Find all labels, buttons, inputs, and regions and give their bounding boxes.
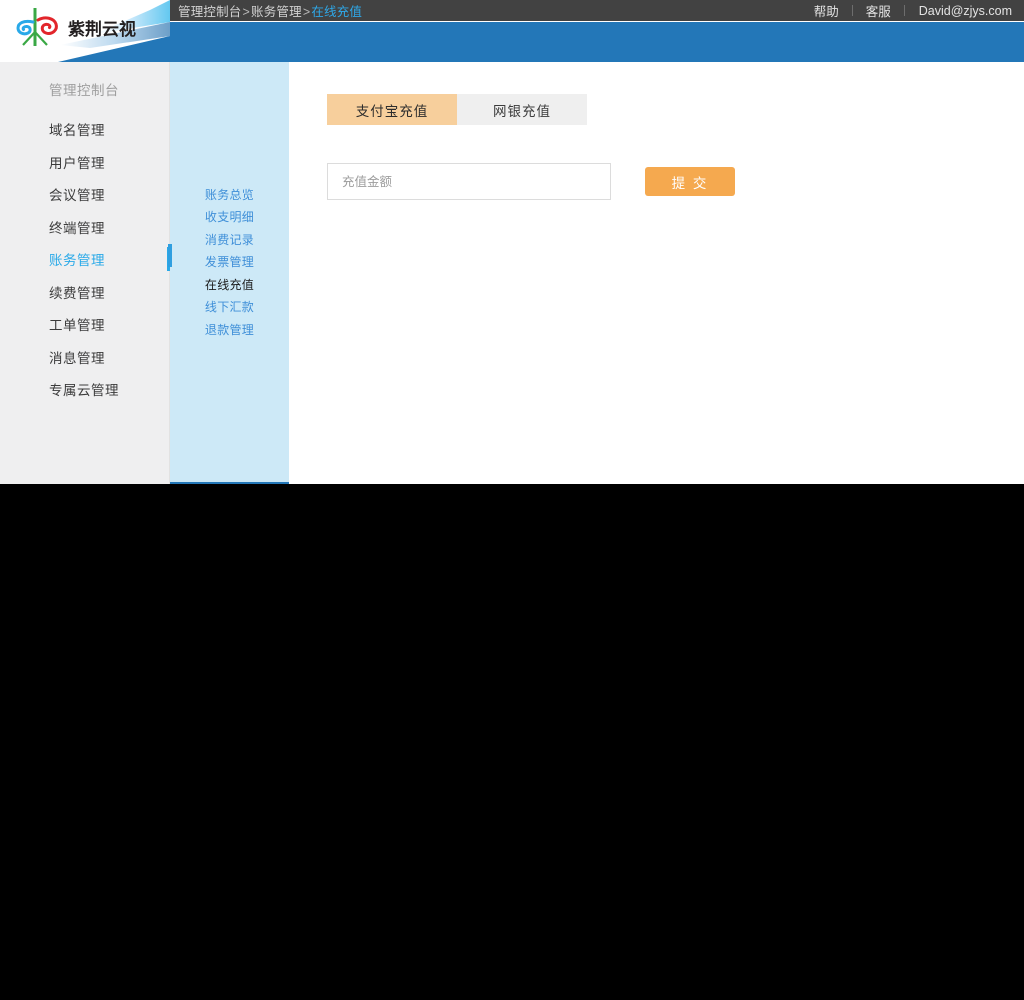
sidebar-item-label: 消息管理: [49, 350, 105, 366]
sidebar-item-user[interactable]: 用户管理: [0, 146, 169, 179]
breadcrumb-item-console[interactable]: 管理控制台: [178, 5, 242, 19]
header-banner: [170, 22, 1024, 62]
subnav-item-label: 线下汇款: [204, 300, 255, 315]
admin-console-page: 管理控制台>账务管理>在线充值 帮助 客服 David@zjys.com 紫荆云…: [0, 0, 1024, 484]
breadcrumb-separator: >: [302, 5, 311, 19]
subnav-item-refund[interactable]: 退款管理: [170, 318, 289, 341]
subnav-item-online-recharge[interactable]: 在线充值: [170, 273, 289, 296]
sidebar-item-label: 终端管理: [49, 220, 105, 236]
recharge-form: 提 交: [327, 163, 735, 200]
sidebar-item-label: 域名管理: [49, 123, 105, 139]
top-bar-actions: 帮助 客服 David@zjys.com: [801, 1, 1024, 20]
sidebar-item-billing[interactable]: 账务管理: [0, 243, 170, 276]
logo[interactable]: 紫荆云视: [14, 6, 136, 48]
sidebar-item-ticket[interactable]: 工单管理: [0, 308, 169, 341]
subnav-item-offline-remittance[interactable]: 线下汇款: [170, 296, 289, 319]
user-account-label[interactable]: David@zjys.com: [905, 4, 1014, 18]
sidebar-item-label: 续费管理: [49, 285, 105, 301]
subnav-menu: 账务总览 收支明细 消费记录 发票管理 在线充值 线下汇款 退款管理: [170, 62, 289, 341]
recharge-amount-input[interactable]: [327, 163, 611, 200]
brand-block: 紫荆云视: [0, 0, 170, 62]
subnav-item-label: 在线充值: [204, 277, 255, 292]
logo-text: 紫荆云视: [68, 19, 136, 40]
page-background-area: [0, 484, 1024, 1000]
subnav-item-label: 账务总览: [204, 187, 255, 202]
subnav-item-invoice[interactable]: 发票管理: [170, 251, 289, 274]
sidebar-item-meeting[interactable]: 会议管理: [0, 178, 169, 211]
sidebar: 管理控制台 域名管理 用户管理 会议管理 终端管理 账务管理 续费管理 工单管理…: [0, 62, 170, 484]
recharge-method-tabs: 支付宝充值 网银充值: [327, 94, 587, 125]
sidebar-item-label: 工单管理: [49, 318, 105, 334]
sidebar-title: 管理控制台: [49, 83, 119, 98]
tab-alipay-recharge[interactable]: 支付宝充值: [327, 94, 457, 125]
sidebar-item-terminal[interactable]: 终端管理: [0, 211, 169, 244]
subnav-item-billing-overview[interactable]: 账务总览: [170, 183, 289, 206]
subnav-active-indicator: [168, 244, 172, 267]
sidebar-item-message[interactable]: 消息管理: [0, 341, 169, 374]
sidebar-item-label: 专属云管理: [49, 383, 119, 399]
breadcrumb-item-billing[interactable]: 账务管理: [251, 5, 302, 19]
main-content: 支付宝充值 网银充值 提 交: [289, 62, 1024, 484]
subnav-item-label: 发票管理: [204, 255, 255, 270]
tab-label: 支付宝充值: [355, 103, 429, 119]
subnav-item-consumption-record[interactable]: 消费记录: [170, 228, 289, 251]
customer-service-link[interactable]: 客服: [853, 1, 904, 20]
sidebar-item-label: 账务管理: [49, 253, 105, 269]
help-link[interactable]: 帮助: [801, 1, 852, 20]
tab-online-banking-recharge[interactable]: 网银充值: [457, 94, 587, 125]
sidebar-item-renewal[interactable]: 续费管理: [0, 276, 169, 309]
breadcrumb: 管理控制台>账务管理>在线充值: [170, 1, 362, 20]
subnav-item-income-expense[interactable]: 收支明细: [170, 206, 289, 229]
sidebar-item-domain[interactable]: 域名管理: [0, 113, 169, 146]
submit-button[interactable]: 提 交: [645, 167, 735, 196]
subnav-item-label: 收支明细: [204, 210, 255, 225]
breadcrumb-separator: >: [242, 5, 251, 19]
tab-label: 网银充值: [493, 103, 551, 119]
sidebar-item-label: 会议管理: [49, 188, 105, 204]
top-bar: 管理控制台>账务管理>在线充值 帮助 客服 David@zjys.com: [170, 0, 1024, 21]
sidebar-item-dedicated-cloud[interactable]: 专属云管理: [0, 373, 169, 406]
subnav-item-label: 退款管理: [204, 322, 255, 337]
sidebar-item-label: 用户管理: [49, 155, 105, 171]
breadcrumb-item-current: 在线充值: [311, 5, 363, 19]
zijing-cloud-video-logo-icon: [16, 8, 58, 46]
sub-navigation: 账务总览 收支明细 消费记录 发票管理 在线充值 线下汇款 退款管理: [168, 62, 289, 484]
sidebar-menu: 域名管理 用户管理 会议管理 终端管理 账务管理 续费管理 工单管理 消息管理 …: [0, 113, 170, 406]
subnav-item-label: 消费记录: [204, 232, 255, 247]
